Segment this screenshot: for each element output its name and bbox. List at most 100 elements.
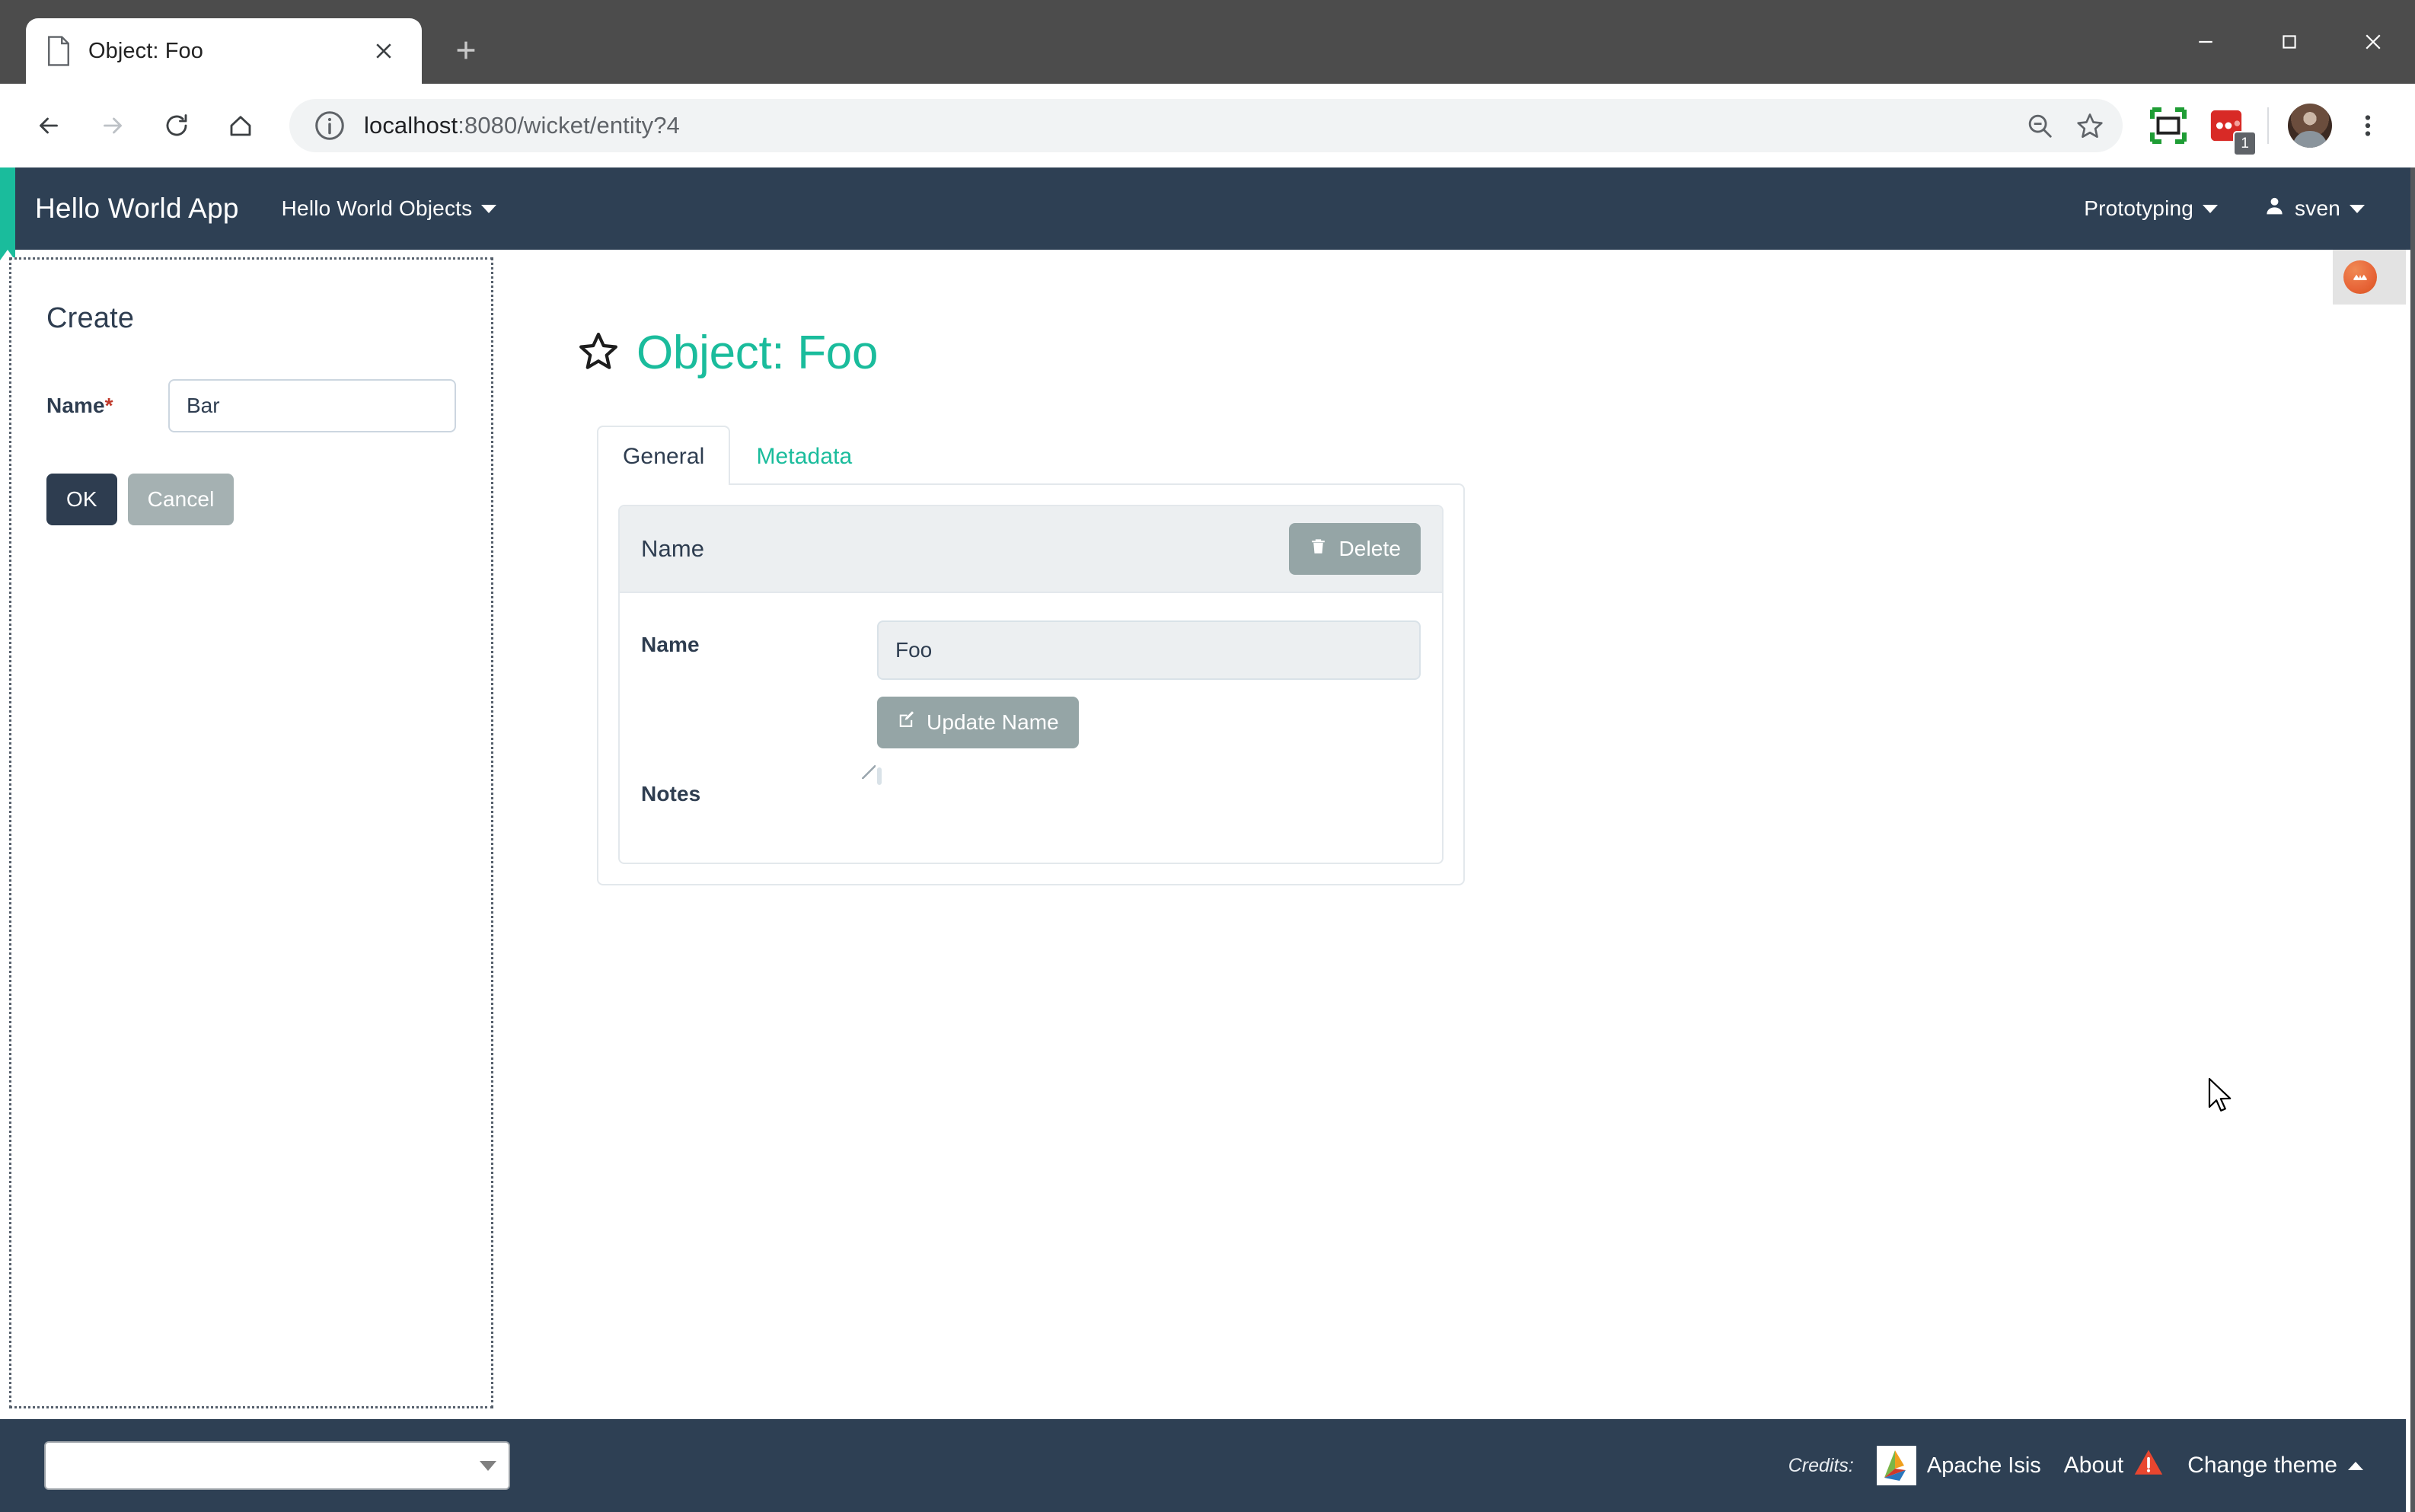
create-panel: Create Name* Bar OK Cancel [9, 257, 493, 1408]
user-icon [2263, 195, 2286, 222]
recorder-badge: 1 [2233, 131, 2257, 156]
arrow-right-icon [84, 97, 142, 155]
tab-title: Object: Foo [88, 39, 365, 64]
address-bar[interactable]: localhost:8080/wicket/entity?4 [289, 99, 2123, 152]
reload-icon[interactable] [148, 97, 206, 155]
about-label: About [2064, 1453, 2123, 1479]
app-brand[interactable]: Hello World App [35, 193, 239, 225]
credits-label: Credits: [1788, 1455, 1854, 1477]
info-circle-icon[interactable] [312, 108, 347, 143]
caret-down-icon [481, 205, 496, 213]
extensions-area: 1 [2141, 98, 2395, 153]
browser-tab[interactable]: Object: Foo [26, 18, 422, 84]
card-header-title: Name [641, 535, 704, 563]
create-panel-buttons: OK Cancel [46, 474, 456, 525]
property-row-notes: Notes [641, 770, 1421, 806]
apache-isis-link[interactable]: Apache Isis [1877, 1446, 2041, 1485]
new-tab-button[interactable] [439, 23, 493, 78]
change-theme-button[interactable]: Change theme [2187, 1453, 2363, 1479]
tab-panel-general: Name Delete [597, 483, 1465, 885]
cancel-button[interactable]: Cancel [128, 474, 234, 525]
card-header: Name Delete [620, 506, 1442, 593]
app-footer: Credits: Apache Isis About [0, 1419, 2406, 1512]
nav-item-user-menu[interactable]: sven [2263, 195, 2365, 222]
nav-item-label: Prototyping [2084, 196, 2193, 221]
page-icon [46, 36, 72, 66]
tab-metadata[interactable]: Metadata [730, 426, 878, 485]
toolbar-divider [2267, 107, 2269, 144]
wicket-logo-icon[interactable] [2343, 260, 2377, 294]
page-title-text: Object: Foo [636, 326, 878, 380]
page-viewport: Hello World App Hello World Objects Prot… [0, 167, 2415, 1512]
notes-textarea[interactable] [877, 767, 882, 785]
update-name-button-label: Update Name [927, 710, 1059, 735]
screen-capture-icon[interactable] [2141, 98, 2196, 153]
update-name-button[interactable]: Update Name [877, 697, 1079, 748]
app-navbar: Hello World App Hello World Objects Prot… [0, 167, 2410, 250]
name-field-label: Name* [46, 394, 168, 418]
star-outline-icon[interactable] [2065, 100, 2115, 151]
browser-titlebar: Object: Foo [0, 0, 2415, 84]
ok-button[interactable]: OK [46, 474, 117, 525]
minimize-icon[interactable] [2164, 0, 2248, 84]
textarea-resize-handle[interactable] [862, 765, 876, 779]
url-path: :8080/wicket/entity?4 [458, 112, 680, 139]
url-host: localhost [364, 112, 458, 139]
omnibox-actions [2015, 100, 2115, 151]
nav-item-label: Hello World Objects [282, 196, 473, 221]
name-value-input[interactable]: Foo [877, 620, 1421, 680]
dev-toolbar [2333, 250, 2406, 305]
main-content: Object: Foo General Metadata Name [493, 250, 2410, 885]
name-field-row: Name* Bar [46, 379, 456, 432]
tab-general[interactable]: General [597, 426, 730, 485]
property-field: Foo Update Name [877, 620, 1421, 748]
about-link[interactable]: About [2064, 1447, 2165, 1485]
property-label: Name [641, 620, 877, 657]
caret-down-icon [480, 1461, 496, 1471]
tab-bar: General Metadata [597, 424, 2410, 483]
create-panel-heading: Create [46, 302, 456, 335]
browser-toolbar: localhost:8080/wicket/entity?4 [0, 84, 2415, 167]
card-body: Name Foo [620, 593, 1442, 863]
page-body: Create Name* Bar OK Cancel [0, 250, 2410, 1512]
trash-icon [1309, 537, 1328, 561]
home-icon[interactable] [212, 97, 270, 155]
edit-pencil-square-icon [897, 710, 916, 735]
navbar-right: Prototyping sven [2084, 195, 2410, 222]
recorder-icon[interactable]: 1 [2199, 98, 2254, 153]
tab-strip: Object: Foo [0, 0, 493, 84]
change-theme-label: Change theme [2187, 1453, 2337, 1479]
footer-right: Credits: Apache Isis About [1788, 1446, 2363, 1485]
window-close-icon[interactable] [2331, 0, 2415, 84]
required-marker: * [105, 394, 113, 417]
apache-isis-label: Apache Isis [1927, 1453, 2041, 1479]
window-controls [2164, 0, 2415, 84]
url-text: localhost:8080/wicket/entity?4 [364, 112, 680, 139]
property-card: Name Delete [618, 505, 1444, 864]
warning-triangle-icon [2133, 1447, 2165, 1485]
property-label: Notes [641, 770, 877, 806]
close-icon[interactable] [365, 33, 402, 69]
name-input[interactable]: Bar [168, 379, 456, 432]
nav-item-prototyping[interactable]: Prototyping [2084, 196, 2218, 221]
maximize-icon[interactable] [2248, 0, 2331, 84]
delete-button-label: Delete [1338, 537, 1401, 561]
brand-ribbon-icon [0, 167, 15, 250]
nav-item-hello-world-objects[interactable]: Hello World Objects [282, 196, 497, 221]
property-row-name: Name Foo [641, 620, 1421, 748]
page-title: Object: Foo [577, 326, 2410, 380]
caret-down-icon [2350, 205, 2365, 213]
avatar[interactable] [2283, 98, 2337, 153]
star-outline-icon[interactable] [577, 330, 620, 376]
zoom-out-icon[interactable] [2015, 100, 2065, 151]
browser-window: Object: Foo [0, 0, 2415, 1512]
delete-button[interactable]: Delete [1289, 523, 1421, 575]
caret-up-icon [2348, 1462, 2363, 1470]
three-dot-menu-icon[interactable] [2340, 98, 2395, 153]
caret-down-icon [2203, 205, 2218, 213]
theme-select[interactable] [44, 1441, 510, 1490]
apache-isis-logo-icon [1877, 1446, 1916, 1485]
property-field [877, 770, 1421, 783]
arrow-left-icon[interactable] [20, 97, 78, 155]
nav-item-label: sven [2295, 196, 2340, 221]
